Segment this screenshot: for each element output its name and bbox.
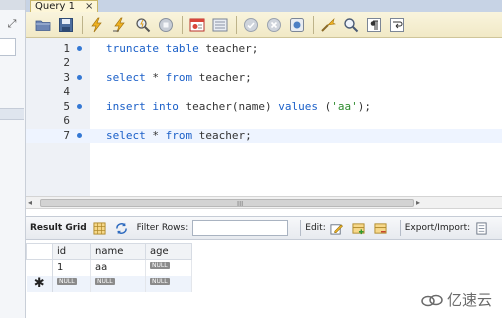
new-row[interactable]: ✱ NULL NULL NULL — [26, 275, 192, 292]
toolbar-separator — [300, 220, 302, 236]
code-line: 3 select * from teacher; — [26, 71, 502, 85]
grid-view-icon[interactable] — [93, 221, 107, 235]
line-number: 5 — [63, 100, 70, 113]
code-text: insert into teacher(name) values ('aa'); — [106, 100, 371, 113]
column-header-age[interactable]: age — [145, 243, 192, 260]
cell-name[interactable]: NULL — [90, 275, 146, 292]
execute-current-icon[interactable] — [111, 16, 129, 34]
code-line: 2 — [26, 56, 502, 70]
code-line: 1 truncate table teacher; — [26, 42, 502, 56]
wrap-icon[interactable] — [388, 16, 406, 34]
code-text: select * from teacher; — [106, 129, 252, 142]
line-number: 6 — [63, 114, 70, 127]
code-text: truncate table teacher; — [106, 42, 259, 55]
watermark: 亿速云 — [421, 289, 492, 310]
schema-panel-header — [0, 0, 25, 10]
code-line: 4 — [26, 85, 502, 99]
toolbar-separator — [82, 15, 83, 34]
refresh-icon[interactable] — [115, 221, 129, 235]
watermark-logo-icon — [421, 294, 443, 306]
line-number: 7 — [63, 129, 70, 142]
code-text: select * from teacher; — [106, 71, 252, 84]
cell-age[interactable]: NULL — [145, 259, 192, 276]
watermark-text: 亿速云 — [446, 291, 492, 309]
tab-query-1[interactable]: Query 1 × — [30, 0, 98, 12]
line-number: 1 — [63, 42, 70, 55]
schema-panel: ⤢ — [0, 0, 26, 318]
scroll-grip-icon: III — [237, 200, 244, 208]
code-line-current: 7 select * from teacher; — [26, 129, 502, 143]
main-area: Query 1 × 1 truncate table teacher; 2 3 … — [26, 0, 502, 318]
sql-editor[interactable]: 1 truncate table teacher; 2 3 select * f… — [26, 38, 502, 196]
query-toolbar — [26, 12, 502, 38]
code-line: 6 — [26, 114, 502, 128]
line-number: 2 — [63, 56, 70, 69]
edit-label: Edit: — [305, 223, 326, 233]
null-badge: NULL — [57, 278, 77, 285]
cell-id[interactable]: 1 — [52, 259, 91, 276]
scroll-thumb[interactable]: III — [40, 199, 414, 208]
line-number: 3 — [63, 71, 70, 84]
edit-row-icon[interactable] — [330, 221, 344, 235]
schema-section-bar[interactable] — [0, 108, 24, 120]
beautify-icon[interactable] — [319, 16, 337, 34]
result-toolbar: Result Grid Filter Rows: Edit: Export/Im… — [26, 216, 502, 240]
statement-marker-icon — [77, 133, 82, 138]
invisible-chars-icon[interactable] — [365, 16, 383, 34]
statement-marker-icon — [77, 46, 82, 51]
code-line: 5 insert into teacher(name) values ('aa'… — [26, 100, 502, 114]
cell-name[interactable]: aa — [90, 259, 146, 276]
execute-icon[interactable] — [88, 16, 106, 34]
new-row-marker-icon: ✱ — [26, 275, 53, 292]
null-badge: NULL — [150, 262, 170, 270]
column-header-name[interactable]: name — [90, 243, 146, 260]
tab-title: Query 1 — [35, 0, 75, 12]
find-icon[interactable] — [342, 16, 360, 34]
toolbar-separator — [399, 220, 401, 236]
filter-rows-input[interactable] — [192, 220, 289, 236]
result-table: id name age 1 aa NULL ✱ NULL NULL NULL — [26, 243, 192, 292]
row-header — [26, 259, 53, 276]
statement-marker-icon — [77, 75, 82, 80]
stop-icon[interactable] — [157, 16, 175, 34]
commit-icon[interactable] — [242, 16, 260, 34]
cell-age[interactable]: NULL — [145, 275, 192, 292]
toggle-output-icon[interactable] — [211, 16, 229, 34]
add-row-icon[interactable] — [352, 221, 366, 235]
save-icon[interactable] — [57, 16, 75, 34]
toggle-results-icon[interactable] — [188, 16, 206, 34]
statement-marker-icon — [77, 104, 82, 109]
open-folder-icon[interactable] — [34, 16, 52, 34]
export-icon[interactable] — [474, 221, 488, 235]
column-header-id[interactable]: id — [52, 243, 91, 260]
export-import-label: Export/Import: — [404, 223, 471, 233]
line-number: 4 — [63, 85, 70, 98]
cell-id[interactable]: NULL — [52, 275, 91, 292]
result-grid[interactable]: id name age 1 aa NULL ✱ NULL NULL NULL 亿… — [26, 241, 502, 318]
toolbar-separator — [182, 15, 183, 34]
table-header-row: id name age — [26, 243, 192, 260]
editor-horizontal-scrollbar[interactable]: ◂ III ▸ — [26, 196, 502, 209]
delete-row-icon[interactable] — [374, 221, 388, 235]
scroll-right-icon[interactable]: ▸ — [416, 199, 424, 207]
autocommit-icon[interactable] — [288, 16, 306, 34]
filter-rows-label: Filter Rows: — [136, 223, 189, 233]
result-grid-label[interactable]: Result Grid — [30, 223, 87, 233]
null-badge: NULL — [95, 278, 115, 285]
scroll-left-icon[interactable]: ◂ — [28, 199, 36, 207]
row-header-corner — [26, 243, 53, 260]
close-tab-icon[interactable]: × — [85, 1, 93, 12]
tab-bar: Query 1 × — [26, 0, 502, 12]
expand-icon[interactable]: ⤢ — [5, 18, 19, 30]
rollback-icon[interactable] — [265, 16, 283, 34]
explain-icon[interactable] — [134, 16, 152, 34]
null-badge: NULL — [150, 278, 170, 285]
schema-filter-input[interactable] — [0, 38, 16, 56]
table-row[interactable]: 1 aa NULL — [26, 259, 192, 276]
toolbar-separator — [236, 15, 237, 34]
toolbar-separator — [313, 15, 314, 34]
